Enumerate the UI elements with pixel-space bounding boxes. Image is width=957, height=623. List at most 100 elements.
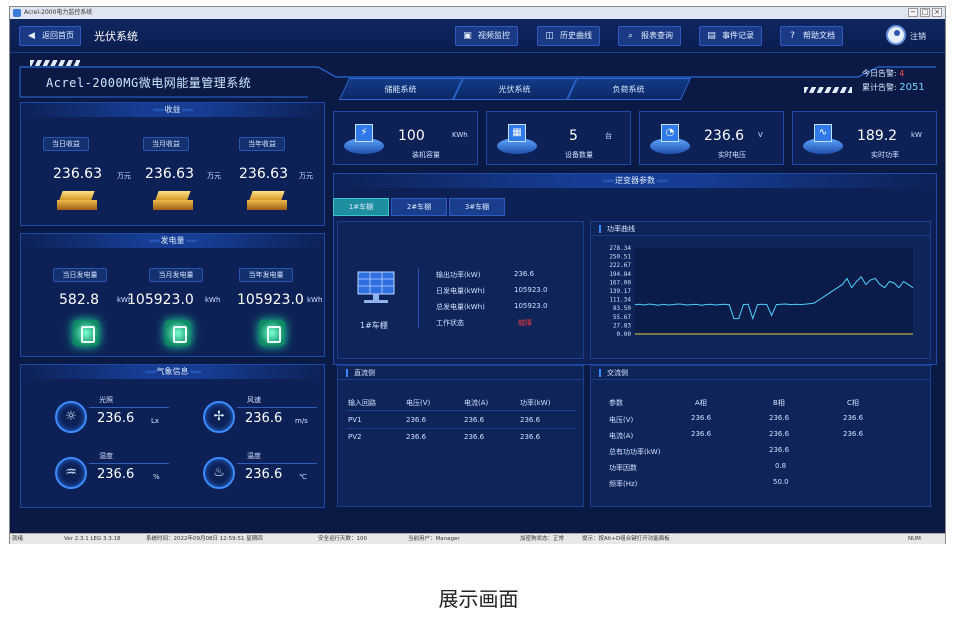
y-tick-label: 27.83 [613, 322, 631, 329]
param-label: 日发电量(kWh) [436, 287, 485, 295]
income-day-unit: 万元 [117, 172, 131, 180]
weather-header: ›››››› 气象信息 ‹‹‹‹‹‹ [21, 365, 324, 379]
event-log-button[interactable]: ▤ 事件记录 [699, 26, 762, 46]
y-tick-label: 139.17 [609, 288, 631, 295]
work-status-value: 故障 [518, 319, 532, 327]
back-arrow-icon: ◀ [28, 31, 35, 41]
gold-bars-icon [57, 191, 97, 211]
wind-label: 风速 [247, 396, 261, 404]
param-label: 总发电量(kWh) [436, 303, 485, 311]
maximize-button[interactable]: □ [920, 8, 930, 17]
income-month-value: 236.63 [145, 166, 194, 182]
voltage-unit: V [758, 131, 763, 139]
tab-load-system[interactable]: 负荷系统 [566, 78, 692, 100]
divider [89, 407, 169, 408]
inverter-name: 1#车棚 [360, 321, 388, 330]
gen-month-unit: kWh [205, 296, 221, 304]
dc-header: 电压(V) [406, 399, 431, 407]
inverter-info: 1#车棚 输出功率(kW) 236.6 日发电量(kWh) 105923.0 总… [337, 221, 584, 359]
system-title: Acrel-2000MG微电网能量管理系统 [46, 76, 252, 90]
inverter-title: 逆变器参数 [615, 176, 655, 185]
ac-cell: 236.6 [769, 446, 790, 454]
income-year-label: 当年收益 [239, 137, 285, 151]
voltage-icon: ◔ [650, 120, 690, 158]
ac-header: C相 [847, 399, 859, 407]
gen-year-label: 当年发电量 [239, 268, 293, 282]
window-titlebar: Acrel-2000电力监控系统 − □ × [10, 7, 945, 19]
income-year-unit: 万元 [299, 172, 313, 180]
back-home-label: 返回首页 [42, 31, 74, 40]
event-log-label: 事件记录 [722, 31, 754, 40]
gen-year-unit: kWh [307, 296, 323, 304]
alarm-today-value: 4 [899, 69, 905, 78]
ac-cell: 236.6 [843, 430, 864, 438]
dc-cell: PV1 [348, 416, 362, 424]
kpi-card-capacity: ⚡ 100 KWh 装机容量 [333, 111, 478, 165]
help-doc-button[interactable]: ? 帮助文档 [780, 26, 843, 46]
ac-header: 参数 [609, 399, 623, 407]
dc-cell: 236.6 [406, 433, 427, 441]
humidity-label: 湿度 [99, 452, 113, 460]
temperature-value: 236.6 [245, 467, 283, 482]
divider [89, 463, 169, 464]
status-item: NUM [908, 536, 921, 542]
ac-cell: 236.6 [843, 414, 864, 422]
user-avatar[interactable] [886, 25, 906, 45]
wind-value: 236.6 [245, 411, 283, 426]
video-icon: ▣ [463, 31, 472, 41]
ac-header: A相 [695, 399, 707, 407]
close-button[interactable]: × [932, 8, 942, 17]
ac-cell: 236.6 [691, 414, 712, 422]
system-banner: Acrel-2000MG微电网能量管理系统 储能系统 光伏系统 负荷系统 [18, 57, 938, 100]
generation-panel: ›››››› 发电量 ‹‹‹‹‹‹ 当日发电量 当月发电量 当年发电量 582.… [20, 233, 325, 357]
back-home-button[interactable]: ◀ 返回首页 [19, 26, 81, 46]
power-unit: kW [911, 131, 922, 139]
temperature-unit: ℃ [299, 473, 307, 481]
gen-month-label: 当月发电量 [149, 268, 203, 282]
video-monitor-label: 视频监控 [478, 31, 510, 40]
y-tick-label: 222.67 [609, 262, 631, 269]
tab-carport-1[interactable]: 1#车棚 [333, 198, 389, 216]
dc-cell: 236.6 [464, 433, 485, 441]
ac-cell: 236.6 [691, 430, 712, 438]
tab-carport-3[interactable]: 3#车棚 [449, 198, 505, 216]
figure-caption: 展示画面 [438, 587, 519, 611]
devices-label: 设备数量 [565, 151, 593, 159]
battery-icon [165, 320, 191, 346]
logout-link[interactable]: 注销 [910, 31, 926, 42]
minimize-button[interactable]: − [908, 8, 918, 17]
devices-unit: 台 [605, 132, 612, 140]
history-curve-button[interactable]: ◫ 历史曲线 [537, 26, 600, 46]
power-curve-chart: 278.34 250.51222.67 194.84167.00 139.17 111.… [609, 245, 914, 338]
power-value: 189.2 [857, 128, 898, 144]
divider [346, 428, 576, 429]
wind-unit: m/s [295, 417, 308, 425]
tab-carport-2[interactable]: 2#车棚 [391, 198, 447, 216]
video-monitor-button[interactable]: ▣ 视频监控 [455, 26, 518, 46]
app-icon [13, 9, 21, 17]
chart-icon: ◫ [545, 31, 554, 41]
y-tick-label: 0.00 [617, 331, 632, 338]
tab-pv-label: 光伏系统 [498, 85, 531, 94]
tab-storage-system[interactable]: 储能系统 [338, 78, 464, 100]
y-tick-label: 83.50 [613, 305, 631, 312]
ac-cell: 频率(Hz) [609, 480, 638, 488]
inverter-header: ›››››› 逆变器参数 ‹‹‹‹‹‹ [334, 174, 936, 188]
top-navigation: ◀ 返回首页 光伏系统 ▣ 视频监控 ◫ 历史曲线 ⌕ 报表查询 ▤ 事件记录 ? 帮助文… [10, 19, 945, 53]
param-value: 105923.0 [514, 286, 548, 294]
dc-header: 电流(A) [464, 399, 489, 407]
alarm-total-label: 累计告警: [862, 83, 897, 92]
status-item: 当前用户：Manager [408, 536, 460, 542]
decor-stripes-right [804, 87, 852, 93]
help-doc-label: 帮助文档 [803, 31, 835, 40]
y-tick-label: 167.00 [609, 279, 631, 286]
dc-header: 功率(kW) [520, 399, 551, 407]
tab-load-label: 负荷系统 [612, 85, 645, 94]
status-bar: 就绪 Ver 2.3.1 LEG 3.3.18 系统时间：2022年09月08日… [10, 533, 945, 544]
report-query-button[interactable]: ⌕ 报表查询 [618, 26, 681, 46]
status-item: 提示：按Alt+D组合键打开功能面板 [582, 536, 670, 542]
ac-side-panel: 交流侧 参数 A相 B相 C相 电压(V) 236.6 236.6 236.6 … [590, 365, 931, 507]
ac-side-title: 交流侧 [591, 366, 930, 380]
alarm-summary: 今日告警: 4 累计告警: 2051 [862, 67, 925, 95]
tab-pv-system[interactable]: 光伏系统 [452, 78, 578, 100]
